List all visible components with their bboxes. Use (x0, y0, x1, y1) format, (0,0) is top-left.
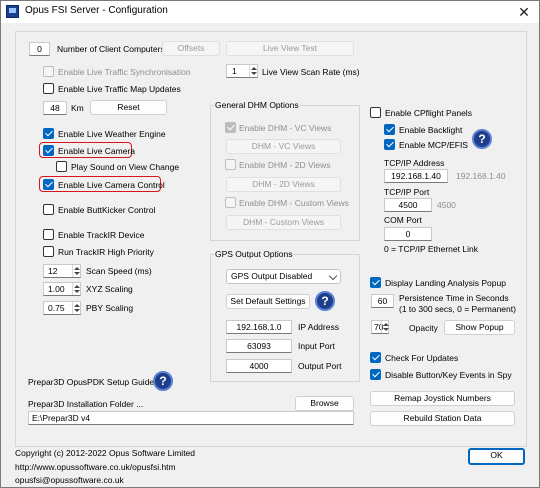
email-link[interactable]: opusfsi@opussoftware.co.uk (15, 475, 124, 485)
live-traffic-map-label: Enable Live Traffic Map Updates (58, 84, 181, 94)
reset-button[interactable]: Reset (90, 100, 167, 115)
browse-button[interactable]: Browse (295, 396, 354, 411)
close-button[interactable]: ✕ (515, 3, 533, 21)
gps-options-title: GPS Output Options (214, 249, 294, 259)
scan-rate-label: Live View Scan Rate (ms) (262, 67, 360, 77)
remap-joystick-button[interactable]: Remap Joystick Numbers (370, 391, 515, 406)
backlight-label: Enable Backlight (399, 125, 463, 135)
copyright-text: Copyright (c) 2012-2022 Opus Software Li… (15, 448, 196, 458)
km-label: Km (71, 103, 84, 113)
dhm-custom-label: Enable DHM - Custom Views (239, 198, 349, 208)
tcp-ip-label: TCP/IP Address (384, 158, 445, 168)
dhm-vc-button[interactable]: DHM - VC Views (226, 139, 341, 154)
xyz-scaling-spinner-icon[interactable] (72, 283, 81, 295)
trackir-label: Enable TrackIR Device (58, 230, 145, 240)
live-weather-label: Enable Live Weather Engine (58, 129, 166, 139)
pby-scaling-label: PBY Scaling (86, 303, 134, 313)
window-title: Opus FSI Server - Configuration (25, 5, 168, 16)
scan-rate-spinner-icon[interactable] (249, 65, 258, 77)
dhm-custom-button[interactable]: DHM - Custom Views (226, 215, 341, 230)
gps-output-select[interactable]: GPS Output Disabled (226, 269, 341, 284)
live-traffic-sync-checkbox[interactable] (43, 66, 54, 77)
gps-input-port-label: Input Port (298, 341, 335, 351)
landing-popup-label: Display Landing Analysis Popup (385, 278, 506, 288)
scan-speed-label: Scan Speed (ms) (86, 266, 152, 276)
live-weather-checkbox[interactable] (43, 128, 54, 139)
mcp-efis-label: Enable MCP/EFIS (399, 140, 468, 150)
ok-button[interactable]: OK (468, 448, 525, 465)
scan-speed-spinner-icon[interactable] (72, 265, 81, 277)
gps-ip-input[interactable]: 192.168.1.0 (226, 320, 292, 334)
persistence-input[interactable]: 60 (371, 294, 394, 308)
live-camera-control-label: Enable Live Camera Control (58, 180, 165, 190)
dhm-vc-checkbox[interactable] (225, 122, 236, 133)
set-default-settings-button[interactable]: Set Default Settings (226, 294, 310, 309)
dhm-options-title: General DHM Options (214, 100, 300, 110)
opacity-spinner-icon[interactable] (381, 321, 390, 333)
pby-scaling-spinner-icon[interactable] (72, 302, 81, 314)
dhm-vc-label: Enable DHM - VC Views (239, 123, 332, 133)
trackir-high-label: Run TrackIR High Priority (58, 247, 154, 257)
tcp-ip-default: 192.168.1.40 (456, 171, 506, 181)
gps-help-icon[interactable]: ? (315, 291, 335, 311)
rebuild-station-button[interactable]: Rebuild Station Data (370, 411, 515, 426)
xyz-scaling-label: XYZ Scaling (86, 284, 133, 294)
tcp-port-label: TCP/IP Port (384, 187, 430, 197)
gps-output-select-value: GPS Output Disabled (231, 271, 313, 281)
com-port-input[interactable]: 0 (384, 227, 432, 241)
gps-ip-label: IP Address (298, 322, 339, 332)
pdk-guide-label: Prepar3D OpusPDK Setup Guide (28, 377, 155, 387)
tcp-port-input[interactable]: 4500 (384, 198, 432, 212)
gps-input-port-input[interactable]: 63093 (226, 339, 292, 353)
landing-popup-checkbox[interactable] (370, 277, 381, 288)
play-sound-checkbox[interactable] (56, 161, 67, 172)
cpflight-help-icon[interactable]: ? (472, 129, 492, 149)
website-link[interactable]: http://www.opussoftware.co.uk/opusfsi.ht… (15, 462, 176, 472)
offsets-button[interactable]: Offsets (162, 41, 220, 56)
check-updates-label: Check For Updates (385, 353, 459, 363)
live-traffic-map-checkbox[interactable] (43, 83, 54, 94)
config-window: Opus FSI Server - Configuration ✕ 0 Numb… (0, 0, 540, 488)
com-port-note: 0 = TCP/IP Ethernet Link (384, 244, 478, 254)
trackir-high-checkbox[interactable] (43, 246, 54, 257)
live-camera-label: Enable Live Camera (58, 146, 136, 156)
pdk-help-icon[interactable]: ? (153, 371, 173, 391)
live-camera-checkbox[interactable] (43, 145, 54, 156)
cpflight-checkbox[interactable] (370, 107, 381, 118)
dhm-custom-checkbox[interactable] (225, 197, 236, 208)
persistence-label-line1: Persistence Time in Seconds (399, 293, 509, 303)
disable-spy-label: Disable Button/Key Events in Spy (385, 370, 512, 380)
persistence-label-line2: (1 to 300 secs, 0 = Permanent) (399, 304, 516, 314)
opacity-label: Opacity (409, 323, 438, 333)
show-popup-button[interactable]: Show Popup (444, 320, 515, 335)
backlight-checkbox[interactable] (384, 124, 395, 135)
dhm-2d-label: Enable DHM - 2D Views (239, 160, 331, 170)
live-camera-control-checkbox[interactable] (43, 179, 54, 190)
dhm-2d-button[interactable]: DHM - 2D Views (226, 177, 341, 192)
install-folder-label: Prepar3D Installation Folder ... (28, 399, 144, 409)
buttkicker-label: Enable ButtKicker Control (58, 205, 156, 215)
play-sound-label: Play Sound on View Change (71, 162, 180, 172)
chevron-down-icon (328, 271, 338, 281)
app-icon (6, 5, 19, 18)
cpflight-label: Enable CPflight Panels (385, 108, 472, 118)
com-port-label: COM Port (384, 215, 422, 225)
num-clients-input[interactable]: 0 (29, 42, 50, 56)
num-clients-label: Number of Client Computers (57, 44, 165, 54)
dhm-2d-checkbox[interactable] (225, 159, 236, 170)
disable-spy-checkbox[interactable] (370, 369, 381, 380)
mcp-efis-checkbox[interactable] (384, 139, 395, 150)
install-path-input[interactable]: E:\Prepar3D v4 (28, 411, 354, 425)
buttkicker-checkbox[interactable] (43, 204, 54, 215)
gps-output-port-label: Output Port (298, 361, 342, 371)
tcp-ip-input[interactable]: 192.168.1.40 (384, 169, 448, 183)
tcp-port-default: 4500 (437, 200, 456, 210)
check-updates-checkbox[interactable] (370, 352, 381, 363)
gps-output-port-input[interactable]: 4000 (226, 359, 292, 373)
km-input[interactable]: 48 (43, 101, 67, 115)
trackir-checkbox[interactable] (43, 229, 54, 240)
live-traffic-sync-label: Enable Live Traffic Synchronisation (58, 67, 191, 77)
title-bar: Opus FSI Server - Configuration ✕ (1, 1, 539, 23)
live-view-test-button[interactable]: Live View Test (226, 41, 354, 56)
